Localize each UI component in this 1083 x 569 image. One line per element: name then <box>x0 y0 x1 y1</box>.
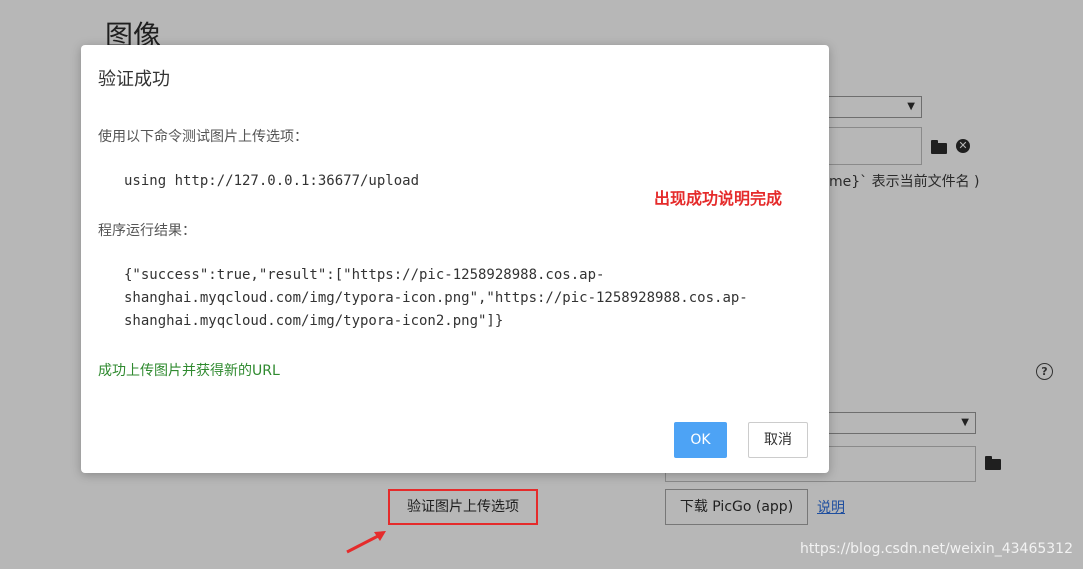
command-text: using http://127.0.0.1:36677/upload <box>124 173 420 189</box>
chevron-down-icon: ▼ <box>961 417 969 428</box>
red-arrow-icon <box>346 531 386 554</box>
annotation-note: 出现成功说明完成 <box>654 189 783 208</box>
folder-icon[interactable] <box>931 140 947 154</box>
command-label: 使用以下命令测试图片上传选项： <box>98 129 308 145</box>
result-line: {"success":true,"result":["https://pic-1… <box>124 267 605 283</box>
chevron-down-icon: ▼ <box>907 101 915 112</box>
help-icon[interactable]: ? <box>1036 363 1053 380</box>
image-path-input[interactable] <box>826 127 922 165</box>
uploader-select[interactable]: ▼ <box>826 412 976 434</box>
clear-icon[interactable]: ✕ <box>956 139 970 153</box>
ok-button[interactable]: OK <box>674 422 727 458</box>
result-label: 程序运行结果： <box>98 223 196 239</box>
cancel-button[interactable]: 取消 <box>748 422 808 458</box>
result-line: shanghai.myqcloud.com/img/typora-icon2.p… <box>124 313 504 329</box>
download-picgo-button[interactable]: 下载 PicGo (app) <box>665 489 808 525</box>
success-message: 成功上传图片并获得新的URL <box>98 363 280 379</box>
folder-icon[interactable] <box>985 456 1001 470</box>
explain-link[interactable]: 说明 <box>817 497 845 517</box>
filename-hint: me}` 表示当前文件名 ) <box>829 174 980 190</box>
watermark: https://blog.csdn.net/weixin_43465312 <box>799 541 1073 557</box>
result-line: shanghai.myqcloud.com/img/typora-icon.pn… <box>124 290 748 306</box>
verify-success-dialog: 验证成功 使用以下命令测试图片上传选项： using http://127.0.… <box>81 45 829 473</box>
dialog-title: 验证成功 <box>98 69 170 90</box>
verify-upload-button[interactable]: 验证图片上传选项 <box>388 489 538 525</box>
image-action-select[interactable]: ▼ <box>826 96 922 118</box>
